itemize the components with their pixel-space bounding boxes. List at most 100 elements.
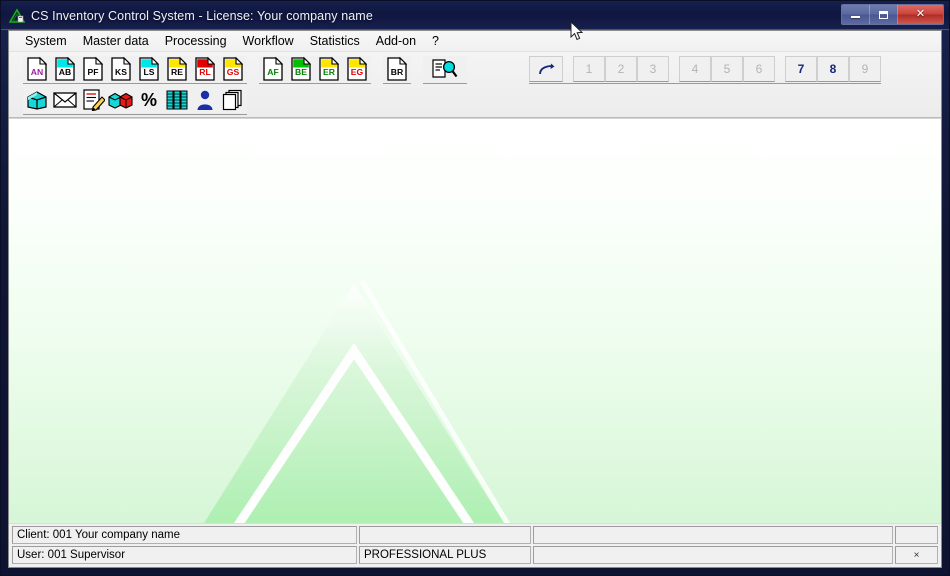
toolbar-button-be[interactable]: BE bbox=[287, 56, 315, 82]
contacts-button[interactable] bbox=[191, 86, 219, 113]
status-row-user: User: 001 Supervisor PROFESSIONAL PLUS × bbox=[12, 546, 938, 564]
status-client-middle bbox=[533, 526, 893, 544]
status-user-middle bbox=[533, 546, 893, 564]
svg-text:BR: BR bbox=[391, 67, 404, 77]
toolbar-group-documents: AN AB PF KS LS RE RL GS bbox=[23, 56, 247, 84]
close-icon: ✕ bbox=[915, 8, 926, 20]
svg-text:%: % bbox=[141, 90, 157, 110]
window-controls: ✕ bbox=[841, 4, 944, 25]
percent-icon: % bbox=[141, 90, 157, 110]
status-edition: PROFESSIONAL PLUS bbox=[359, 546, 531, 564]
document-rl-icon: RL bbox=[195, 57, 215, 81]
svg-text:GS: GS bbox=[227, 67, 240, 77]
document-pf-icon: PF bbox=[83, 57, 103, 81]
document-be-icon: BE bbox=[291, 57, 311, 81]
menu-item-help[interactable]: ? bbox=[424, 32, 447, 51]
redo-arrow-icon bbox=[538, 63, 554, 74]
toolbar-button-pf[interactable]: PF bbox=[79, 56, 107, 82]
toolbar-button-an[interactable]: AN bbox=[23, 56, 51, 82]
menu-item-workflow[interactable]: Workflow bbox=[235, 32, 302, 51]
toolbar-group-search bbox=[423, 56, 467, 84]
number-button-8[interactable]: 8 bbox=[817, 56, 849, 82]
menu-bar: System Master data Processing Workflow S… bbox=[9, 31, 941, 52]
svg-text:KS: KS bbox=[115, 67, 127, 77]
documents-button[interactable] bbox=[219, 86, 247, 113]
green-triangle-watermark bbox=[204, 279, 511, 523]
document-af-icon: AF bbox=[263, 57, 283, 81]
toolbar-button-br[interactable]: BR bbox=[383, 56, 411, 82]
toolbar-button-eg[interactable]: EG bbox=[343, 56, 371, 82]
svg-text:AF: AF bbox=[267, 67, 278, 77]
menu-item-master-data[interactable]: Master data bbox=[75, 32, 157, 51]
toolbar-group-orders: AF BE ER EG bbox=[259, 56, 371, 84]
person-icon bbox=[197, 90, 213, 110]
toolbar-button-er[interactable]: ER bbox=[315, 56, 343, 82]
document-br-icon: BR bbox=[387, 57, 407, 81]
number-button-1[interactable]: 1 bbox=[573, 56, 605, 82]
two-cubes-icon bbox=[108, 92, 133, 109]
envelope-icon bbox=[53, 91, 77, 108]
document-ls-icon: LS bbox=[139, 57, 159, 81]
toolbar-button-ks[interactable]: KS bbox=[107, 56, 135, 82]
svg-text:AB: AB bbox=[59, 67, 71, 77]
status-client-extra bbox=[359, 526, 531, 544]
toolbar-button-rl[interactable]: RL bbox=[191, 56, 219, 82]
number-button-3[interactable]: 3 bbox=[637, 56, 669, 82]
toolbar-button-gs[interactable]: GS bbox=[219, 56, 247, 82]
articles-button[interactable] bbox=[23, 86, 51, 113]
maximize-icon bbox=[879, 10, 888, 19]
database-button[interactable] bbox=[163, 86, 191, 113]
toolbar-group-numbers: 1 2 3 4 5 6 7 8 9 bbox=[529, 56, 881, 84]
window-title: CS Inventory Control System - License: Y… bbox=[31, 8, 373, 23]
edit-form-button[interactable] bbox=[79, 86, 107, 113]
document-eg-icon: EG bbox=[347, 57, 367, 81]
client-area: System Master data Processing Workflow S… bbox=[8, 30, 942, 568]
copy-pages-icon bbox=[222, 89, 242, 110]
green-triangle-icon bbox=[9, 7, 25, 24]
svg-text:ER: ER bbox=[323, 67, 336, 77]
number-button-5[interactable]: 5 bbox=[711, 56, 743, 82]
status-user-label: User: 001 Supervisor bbox=[12, 546, 357, 564]
toolbar-button-re[interactable]: RE bbox=[163, 56, 191, 82]
application-window: CS Inventory Control System - License: Y… bbox=[0, 0, 950, 576]
cyan-box-icon bbox=[27, 90, 47, 110]
status-bar: Client: 001 Your company name User: 001 … bbox=[9, 523, 941, 567]
mail-button[interactable] bbox=[51, 86, 79, 113]
stock-button[interactable] bbox=[107, 86, 135, 113]
mdi-workspace[interactable] bbox=[9, 118, 941, 523]
redo-button[interactable] bbox=[529, 56, 563, 82]
close-button[interactable]: ✕ bbox=[898, 5, 943, 24]
number-button-4[interactable]: 4 bbox=[679, 56, 711, 82]
discount-button[interactable]: % bbox=[135, 86, 163, 113]
svg-text:PF: PF bbox=[88, 67, 99, 77]
document-ks-icon: KS bbox=[111, 57, 131, 81]
number-button-6[interactable]: 6 bbox=[743, 56, 775, 82]
status-client-label: Client: 001 Your company name bbox=[12, 526, 357, 544]
status-marker-glyph: × bbox=[913, 549, 920, 561]
menu-item-statistics[interactable]: Statistics bbox=[302, 32, 368, 51]
document-search-icon bbox=[432, 59, 458, 78]
menu-item-addon[interactable]: Add-on bbox=[368, 32, 424, 51]
minimize-button[interactable] bbox=[842, 5, 870, 24]
document-re-icon: RE bbox=[167, 57, 187, 81]
toolbar-button-ls[interactable]: LS bbox=[135, 56, 163, 82]
form-pencil-icon bbox=[82, 89, 105, 111]
document-er-icon: ER bbox=[319, 57, 339, 81]
number-button-7[interactable]: 7 bbox=[785, 56, 817, 82]
toolbar-row-2: % bbox=[9, 85, 941, 115]
menu-item-processing[interactable]: Processing bbox=[157, 32, 235, 51]
toolbar-button-search[interactable] bbox=[423, 56, 467, 82]
number-button-9[interactable]: 9 bbox=[849, 56, 881, 82]
number-button-2[interactable]: 2 bbox=[605, 56, 637, 82]
svg-text:AN: AN bbox=[31, 67, 43, 77]
title-bar: CS Inventory Control System - License: Y… bbox=[1, 1, 949, 30]
svg-text:EG: EG bbox=[351, 67, 364, 77]
svg-text:RE: RE bbox=[171, 67, 183, 77]
menu-item-system[interactable]: System bbox=[17, 32, 75, 51]
document-an-icon: AN bbox=[27, 57, 47, 81]
toolbar-group-modules: % bbox=[23, 86, 247, 115]
status-client-right bbox=[895, 526, 938, 544]
maximize-button[interactable] bbox=[870, 5, 898, 24]
toolbar-button-af[interactable]: AF bbox=[259, 56, 287, 82]
toolbar-button-ab[interactable]: AB bbox=[51, 56, 79, 82]
